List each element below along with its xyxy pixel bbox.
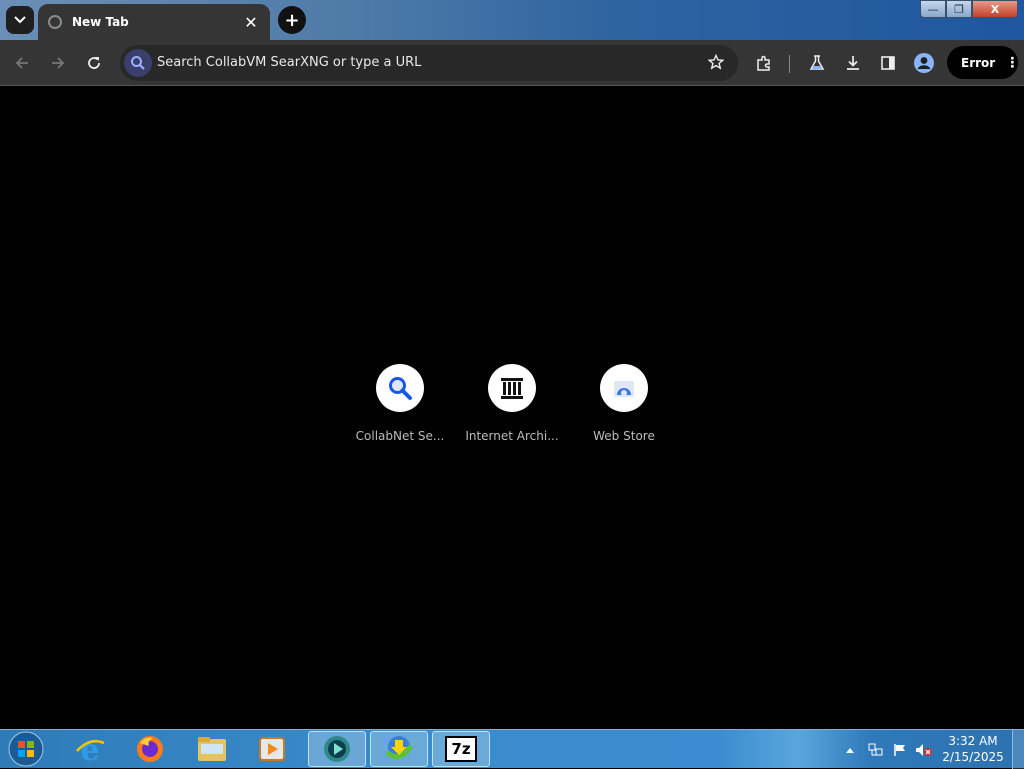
more-menu-icon[interactable]: ⋮	[1005, 55, 1019, 71]
tab-close-icon[interactable]: ✕	[242, 13, 260, 32]
7zip-label: 7z	[451, 740, 471, 758]
action-center-flag-icon[interactable]	[890, 730, 910, 769]
shortcut-collabnet[interactable]: CollabNet Se...	[350, 364, 450, 443]
show-hidden-icons-button[interactable]	[843, 730, 857, 769]
arrow-right-icon	[52, 57, 65, 69]
browser-app-icon	[324, 736, 350, 762]
chevron-up-icon	[846, 747, 854, 753]
new-tab-button[interactable]: +	[278, 6, 306, 34]
maximize-button[interactable]: ❐	[946, 0, 972, 18]
system-clock[interactable]: 3:32 AM 2/15/2025	[940, 733, 1006, 765]
labs-flask-icon[interactable]	[806, 52, 828, 74]
profile-error-button[interactable]: Error ⋮	[947, 46, 1019, 79]
address-bar-placeholder: Search CollabVM SearXNG or type a URL	[157, 55, 422, 70]
web-store-icon	[600, 364, 648, 412]
window-controls: — ❐ X	[920, 0, 1018, 18]
download-manager-button[interactable]	[370, 731, 428, 767]
windows-taskbar: e 7z 3:32 AM 2/15/2025	[0, 729, 1024, 769]
new-tab-page: CollabNet Se... Internet Archi... Web St…	[0, 87, 1024, 729]
network-icon[interactable]	[866, 730, 886, 769]
firefox-button[interactable]	[124, 731, 176, 767]
minimize-button[interactable]: —	[920, 0, 946, 18]
reload-icon	[88, 57, 100, 69]
chevron-down-icon	[14, 16, 26, 24]
shortcut-internet-archive[interactable]: Internet Archi...	[462, 364, 562, 443]
windows-orb-icon	[8, 731, 44, 767]
shortcut-label: CollabNet Se...	[355, 429, 445, 443]
media-player-icon	[259, 737, 285, 761]
shortcut-label: Web Store	[593, 429, 655, 443]
clock-time: 3:32 AM	[948, 734, 998, 748]
toolbar-separator	[789, 55, 790, 73]
firefox-icon	[137, 736, 163, 762]
reload-button[interactable]	[82, 51, 106, 75]
clock-date: 2/15/2025	[942, 750, 1004, 764]
extensions-icon[interactable]	[753, 52, 775, 74]
browser-toolbar: Search CollabVM SearXNG or type a URL	[0, 40, 1024, 86]
archive-building-icon	[488, 364, 536, 412]
internet-explorer-icon: e	[76, 733, 105, 765]
profile-avatar-icon[interactable]	[913, 52, 935, 74]
tab-search-button[interactable]	[6, 6, 34, 34]
back-button[interactable]	[10, 51, 34, 75]
volume-muted-icon[interactable]	[914, 730, 934, 769]
shortcut-web-store[interactable]: Web Store	[574, 364, 674, 443]
media-player-button[interactable]	[246, 731, 298, 767]
download-manager-icon	[385, 736, 414, 760]
start-button[interactable]	[4, 731, 48, 767]
7zip-button[interactable]: 7z	[432, 731, 490, 767]
7zip-icon: 7z	[445, 736, 477, 762]
svg-text:e: e	[80, 733, 99, 765]
internet-explorer-button[interactable]: e	[64, 731, 116, 767]
address-bar[interactable]: Search CollabVM SearXNG or type a URL	[120, 45, 738, 81]
profile-error-label: Error	[961, 55, 996, 70]
tab-title: New Tab	[72, 15, 129, 29]
forward-button[interactable]	[46, 51, 70, 75]
globe-icon	[48, 15, 62, 29]
arrow-left-icon	[15, 57, 28, 69]
title-bar: New Tab ✕ + — ❐ X	[0, 0, 1024, 40]
close-window-button[interactable]: X	[972, 0, 1018, 18]
search-engine-icon	[124, 49, 152, 77]
bookmark-star-icon[interactable]	[707, 53, 725, 74]
folder-icon	[198, 737, 226, 761]
show-desktop-button[interactable]	[1012, 730, 1024, 769]
download-icon[interactable]	[842, 52, 864, 74]
shortcut-label: Internet Archi...	[465, 429, 559, 443]
file-explorer-button[interactable]	[186, 731, 238, 767]
side-panel-icon[interactable]	[877, 52, 899, 74]
browser-taskbar-button[interactable]	[308, 731, 366, 767]
tab-new-tab[interactable]: New Tab ✕	[38, 4, 270, 40]
magnifier-icon	[376, 364, 424, 412]
